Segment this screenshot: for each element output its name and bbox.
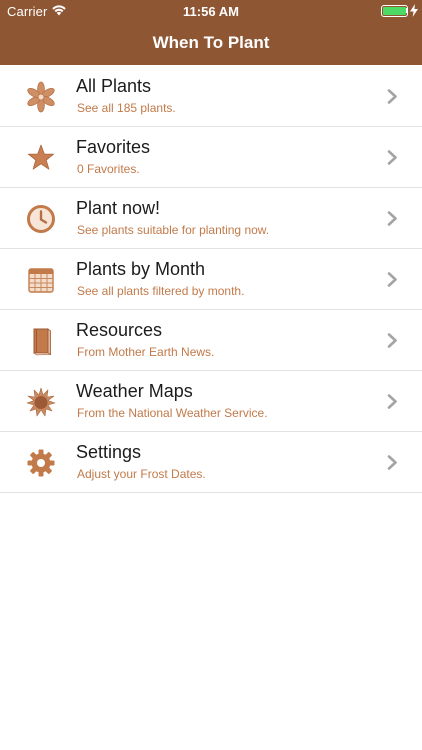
menu-item-settings[interactable]: Settings Adjust your Frost Dates. xyxy=(0,432,422,493)
menu-item-title: Resources xyxy=(76,320,163,340)
menu-item-plant-now[interactable]: Plant now! See plants suitable for plant… xyxy=(0,188,422,249)
menu-item-subtitle: From Mother Earth News. xyxy=(77,345,215,359)
chevron-right-icon xyxy=(387,272,397,287)
menu-item-resources[interactable]: Resources From Mother Earth News. xyxy=(0,310,422,371)
menu-item-title: Plants by Month xyxy=(76,259,206,279)
menu-item-title: Settings xyxy=(76,442,142,462)
menu-item-title: Plant now! xyxy=(76,198,161,218)
sun-icon xyxy=(25,386,57,418)
clock-icon xyxy=(25,203,57,235)
chevron-right-icon xyxy=(387,333,397,348)
menu-item-subtitle: 0 Favorites. xyxy=(77,162,140,176)
menu-item-favorites[interactable]: Favorites 0 Favorites. xyxy=(0,127,422,188)
book-icon xyxy=(25,325,57,357)
flower-icon xyxy=(25,81,57,113)
chevron-right-icon xyxy=(387,89,397,104)
page-title: When To Plant xyxy=(152,33,270,52)
menu-item-title: Favorites xyxy=(76,137,151,157)
charging-bolt-icon xyxy=(410,4,418,17)
chevron-right-icon xyxy=(387,150,397,165)
chevron-right-icon xyxy=(387,211,397,226)
battery-icon xyxy=(381,5,408,17)
navigation-header: Carrier 11:56 AM When To Plant xyxy=(0,0,422,65)
menu-item-subtitle: See plants suitable for planting now. xyxy=(77,223,270,237)
status-time: 11:56 AM xyxy=(183,4,239,19)
menu-item-weather-maps[interactable]: Weather Maps From the National Weather S… xyxy=(0,371,422,432)
star-icon xyxy=(25,142,57,174)
menu-item-subtitle: See all plants filtered by month. xyxy=(77,284,245,298)
menu-item-plants-by-month[interactable]: Plants by Month See all plants filtered … xyxy=(0,249,422,310)
battery-level xyxy=(383,7,406,15)
battery-cap xyxy=(406,8,408,13)
chevron-right-icon xyxy=(387,394,397,409)
menu-item-title: All Plants xyxy=(76,76,152,96)
menu-item-subtitle: From the National Weather Service. xyxy=(77,406,268,420)
menu-item-title: Weather Maps xyxy=(76,381,193,401)
chevron-right-icon xyxy=(387,455,397,470)
status-bar: Carrier 11:56 AM xyxy=(0,0,422,22)
menu-item-all-plants[interactable]: All Plants See all 185 plants. xyxy=(0,66,422,127)
menu-list: All Plants See all 185 plants. Favorites… xyxy=(0,66,422,493)
gear-icon xyxy=(25,447,57,479)
menu-item-subtitle: Adjust your Frost Dates. xyxy=(77,467,206,481)
menu-item-subtitle: See all 185 plants. xyxy=(77,101,176,115)
calendar-icon xyxy=(25,264,57,296)
